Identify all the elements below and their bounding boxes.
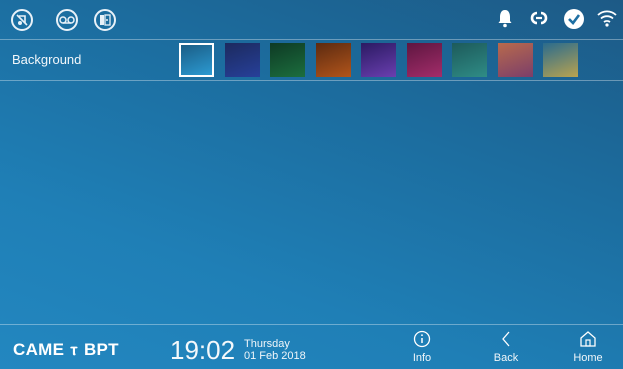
back-button[interactable]: Back: [484, 329, 528, 367]
background-swatch[interactable]: [452, 43, 487, 77]
background-setting-row: Background: [0, 40, 623, 80]
background-swatch[interactable]: [270, 43, 305, 77]
bottom-bar: CAME ⲧ BPT 19:02 Thursday 01 Feb 2018 Info…: [0, 324, 623, 369]
bell-icon[interactable]: [497, 8, 513, 33]
brand-came: CAME: [13, 340, 65, 359]
back-icon: [502, 331, 510, 347]
info-button[interactable]: Info: [400, 329, 444, 367]
screen: Background CAME ⲧ BPT 19:02 Thursday 01 Fe…: [0, 0, 623, 369]
background-swatch[interactable]: [406, 43, 442, 77]
wifi-icon[interactable]: [596, 8, 618, 33]
brand-bpt: BPT: [83, 340, 119, 359]
clock-time: 19:02: [170, 335, 236, 365]
door-status-icon[interactable]: [94, 9, 116, 31]
info-label: Info: [412, 352, 432, 364]
link-icon[interactable]: [527, 8, 551, 33]
clock-date-value: 01 Feb 2018: [244, 350, 306, 362]
background-label: Background: [12, 52, 82, 67]
background-swatch[interactable]: [315, 43, 351, 77]
home-label: Home: [573, 352, 603, 364]
background-swatch[interactable]: [224, 43, 260, 77]
brand-symbol: ⲧ: [70, 340, 78, 359]
brand-logo: CAME ⲧ BPT: [13, 340, 119, 360]
check-icon[interactable]: [563, 8, 585, 35]
back-label: Back: [493, 352, 519, 364]
background-swatch[interactable]: [179, 43, 214, 77]
status-bar: [0, 0, 623, 38]
home-icon: [580, 331, 596, 347]
divider: [0, 80, 623, 81]
info-icon: [413, 330, 431, 348]
home-button[interactable]: Home: [566, 329, 610, 367]
background-swatch[interactable]: [497, 43, 533, 77]
clock-date: Thursday 01 Feb 2018: [244, 338, 306, 362]
voicemail-icon[interactable]: [56, 9, 78, 31]
background-swatch[interactable]: [361, 43, 396, 77]
clock-day: Thursday: [244, 338, 290, 350]
background-swatch[interactable]: [543, 43, 578, 77]
mute-ringtone-icon[interactable]: [11, 9, 33, 31]
